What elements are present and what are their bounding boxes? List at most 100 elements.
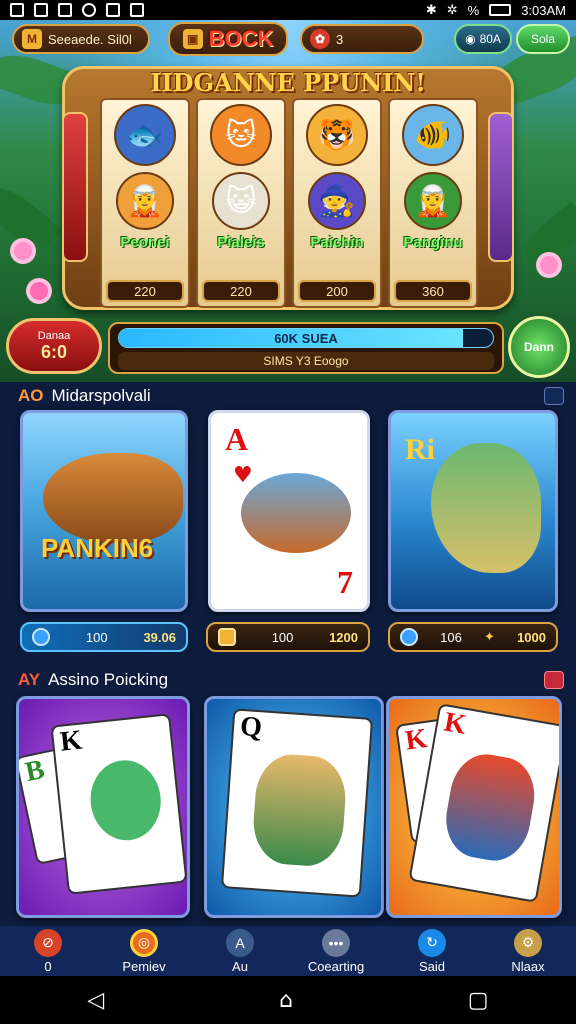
game-card[interactable]: Ri xyxy=(388,410,558,612)
card-rank: Ri xyxy=(405,433,435,466)
back-icon[interactable]: ◁ xyxy=(87,988,104,1013)
progress-text: 60K SUEA xyxy=(274,330,338,346)
reel[interactable]: 🐱 😺 Pialeis 220 xyxy=(196,98,286,308)
bet-button[interactable]: Danaa 6:0 xyxy=(6,318,102,374)
refresh-icon: ↻ xyxy=(418,928,446,957)
jumping-fish-icon xyxy=(431,443,541,573)
shield-icon: A xyxy=(226,928,254,957)
game-card[interactable]: B K xyxy=(16,696,190,918)
currency-button[interactable]: ◉ 80A xyxy=(454,24,512,54)
elf-face-icon: 🧝 xyxy=(116,172,174,230)
reel[interactable]: 🐟 🧝 Peonei 220 xyxy=(100,98,190,308)
nav-label: 0 xyxy=(44,958,52,974)
card-rank: A xyxy=(225,421,249,457)
section-title: Assino Poicking xyxy=(48,670,169,689)
gem-value: 3 xyxy=(336,31,344,47)
progress-subtext: SIMS Y3 Eoogo xyxy=(118,352,494,370)
game-card[interactable]: PANKIN6 xyxy=(20,410,188,612)
right-side-post xyxy=(488,112,514,262)
image-icon xyxy=(34,3,48,17)
coins-pill[interactable]: M Seeaede. Sil0l xyxy=(12,24,150,54)
slot-title: IIDGANNE PPUNIN! xyxy=(150,67,426,97)
nav-item-coearting[interactable]: ••• Coearting xyxy=(288,926,384,976)
currency-icon: ◉ xyxy=(465,32,476,46)
bag-icon xyxy=(106,3,120,17)
flower-icon xyxy=(14,242,32,260)
signal-icon: ✲ xyxy=(446,2,458,17)
phone-icon xyxy=(58,3,72,17)
cat-warrior-face-icon: 😺 xyxy=(212,172,270,230)
gem-icon: ✿ xyxy=(310,29,330,49)
sync-icon xyxy=(82,3,96,17)
heart-icon: ♥ xyxy=(233,463,253,488)
section-tag: AY xyxy=(18,670,41,689)
ticket-icon xyxy=(218,628,236,646)
wizard-face-icon: 🧙 xyxy=(308,172,366,230)
cat-face-2-icon: 🐯 xyxy=(306,104,368,166)
stat-left: 106 xyxy=(440,629,462,645)
recents-icon[interactable]: ▢ xyxy=(468,988,489,1013)
bet-label: Danaa xyxy=(37,329,71,342)
reel-name: Pialeis xyxy=(217,234,265,251)
playing-card: Q xyxy=(220,708,374,898)
progress-panel: 60K SUEA SIMS Y3 Eoogo xyxy=(108,322,504,374)
card-rank-bottom: 7 xyxy=(337,564,353,600)
game-card[interactable]: A ♥ 7 xyxy=(208,410,370,612)
stat-right: 1000 xyxy=(517,629,546,645)
bottom-nav: ⊘ 0 ◎ Pemiev A Au ••• Coearting ↻ Said ⚙… xyxy=(0,926,576,976)
settings-button[interactable]: Sola xyxy=(516,24,570,54)
flower-icon xyxy=(30,282,48,300)
elf-face-2-icon: 🧝 xyxy=(404,172,462,230)
left-side-post xyxy=(62,112,88,262)
fish-face-2-icon: 🐠 xyxy=(402,104,464,166)
stat-bar: 100 1200 xyxy=(206,622,370,652)
section-tag: AO xyxy=(18,386,44,405)
chat-icon: ••• xyxy=(322,928,350,957)
card-rank: K xyxy=(441,706,469,741)
reel[interactable]: 🐠 🧝 Panginu 360 xyxy=(388,98,478,308)
chest-icon: ▣ xyxy=(182,29,203,49)
gear-icon: ⚙ xyxy=(514,928,542,957)
gem-pill[interactable]: ✿ 3 xyxy=(300,24,424,54)
cat-face-icon: 🐱 xyxy=(210,104,272,166)
coin-icon: ⊘ xyxy=(34,928,62,957)
reel-score: 220 xyxy=(202,280,280,302)
spin-label: Dann xyxy=(524,340,554,354)
nav-label: Said xyxy=(418,958,446,974)
reel-name: Paichin xyxy=(310,234,364,251)
reel[interactable]: 🐯 🧙 Paichin 200 xyxy=(292,98,382,308)
fish-face-icon: 🐟 xyxy=(114,104,176,166)
nav-label: Au xyxy=(232,958,248,974)
notification-icon xyxy=(10,3,24,17)
reel-name: Peonei xyxy=(120,234,170,251)
section-close-icon[interactable] xyxy=(544,671,564,689)
game-card[interactable]: K K xyxy=(386,696,562,918)
crown-icon: M xyxy=(22,29,42,49)
progress-bar: 60K SUEA xyxy=(118,328,494,348)
coins-label: Seeaede. Sil0l xyxy=(48,31,132,47)
stat-bar: 100 39.06 xyxy=(20,622,188,652)
coin-icon xyxy=(32,628,50,646)
nav-item-said[interactable]: ↻ Said xyxy=(384,926,480,976)
percent-icon: % xyxy=(467,2,480,18)
section-header: AO Midarspolvali xyxy=(0,382,576,410)
lock-pill[interactable]: ▣ BOCK xyxy=(168,22,288,56)
currency-value: 80A xyxy=(479,32,501,46)
nav-item-pemiev[interactable]: ◎ Pemiev xyxy=(96,926,192,976)
elf-character-icon xyxy=(250,752,349,869)
home-icon[interactable]: ⌂ xyxy=(279,988,293,1013)
nav-item-coin[interactable]: ⊘ 0 xyxy=(0,926,96,976)
nav-label: Nlaax xyxy=(511,958,545,974)
nav-item-nlaax[interactable]: ⚙ Nlaax xyxy=(480,926,576,976)
lock-label: BOCK xyxy=(208,26,274,51)
section-menu-icon[interactable] xyxy=(544,387,564,405)
card-rank: K xyxy=(58,724,84,758)
bet-value: 6:0 xyxy=(40,341,67,362)
status-bar: ✱ ✲ % 3:03AM xyxy=(0,0,576,20)
game-card[interactable]: Q xyxy=(204,696,384,918)
nav-item-au[interactable]: A Au xyxy=(192,926,288,976)
ring-icon: ◎ xyxy=(130,928,158,957)
card-title: PANKIN6 xyxy=(41,533,154,563)
reel-score: 200 xyxy=(298,280,376,302)
spin-button[interactable]: Dann xyxy=(508,316,570,378)
